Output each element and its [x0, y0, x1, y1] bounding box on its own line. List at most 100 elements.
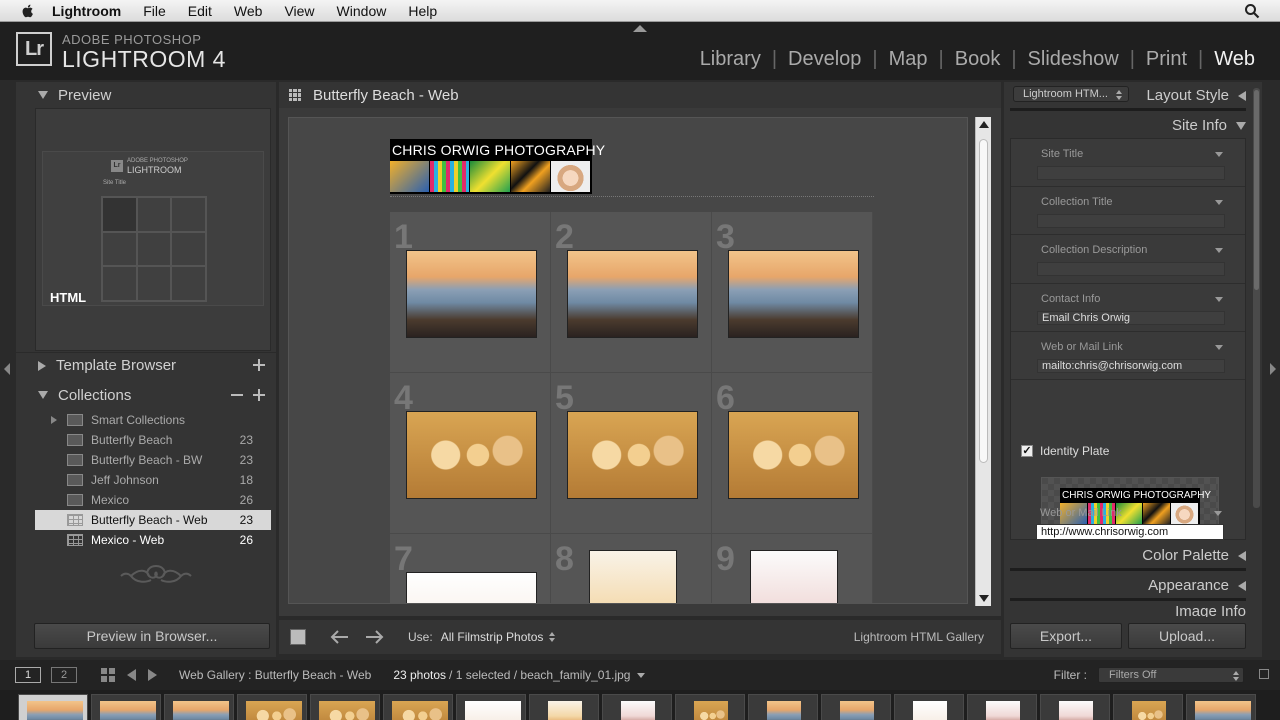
- appearance-header[interactable]: Appearance: [1148, 577, 1246, 594]
- thumbnail-photo[interactable]: [406, 250, 537, 338]
- menu-app-lightroom[interactable]: Lightroom: [52, 3, 121, 19]
- grid-cell[interactable]: 5: [551, 373, 712, 534]
- filmstrip-thumb[interactable]: [1186, 694, 1256, 720]
- preview-scrollbar[interactable]: [975, 117, 991, 606]
- chevron-down-icon[interactable]: [637, 672, 646, 678]
- collection-row[interactable]: Mexico - Web 26: [35, 530, 271, 550]
- scroll-up-icon[interactable]: [979, 121, 989, 128]
- grid-cell[interactable]: 6: [712, 373, 873, 534]
- collection-row-smart[interactable]: Smart Collections: [35, 410, 271, 430]
- preset-dropdown-icon[interactable]: [1215, 345, 1223, 350]
- secondary-window-button[interactable]: 2: [51, 667, 77, 683]
- remove-collection-minus-icon[interactable]: [231, 394, 243, 396]
- thumbnail-photo[interactable]: [589, 550, 677, 603]
- filmstrip-thumb[interactable]: [1113, 694, 1183, 720]
- right-panel-toggle-icon[interactable]: [1270, 363, 1276, 375]
- module-print[interactable]: Print: [1135, 48, 1198, 71]
- module-book[interactable]: Book: [944, 48, 1012, 71]
- menu-help[interactable]: Help: [408, 3, 437, 19]
- menu-web[interactable]: Web: [234, 3, 263, 19]
- main-window-button[interactable]: 1: [15, 667, 41, 683]
- module-library[interactable]: Library: [689, 48, 772, 71]
- left-panel-toggle-icon[interactable]: [4, 363, 10, 375]
- right-panel-scroll-thumb[interactable]: [1254, 90, 1259, 290]
- next-photo-icon[interactable]: [364, 630, 384, 644]
- preview-panel-header[interactable]: Preview: [16, 82, 276, 108]
- menu-file[interactable]: File: [143, 3, 166, 19]
- previous-photo-icon[interactable]: [330, 630, 350, 644]
- collection-title-input[interactable]: [1037, 214, 1225, 228]
- thumbnail-photo[interactable]: [567, 411, 698, 499]
- filmstrip-thumb[interactable]: [456, 694, 526, 720]
- top-panel-toggle-icon[interactable]: [633, 25, 647, 32]
- grid-cell[interactable]: 2: [551, 212, 712, 373]
- filmstrip-thumb[interactable]: [237, 694, 307, 720]
- thumbnail-photo[interactable]: [728, 250, 859, 338]
- module-develop[interactable]: Develop: [777, 48, 872, 71]
- contact-info-input[interactable]: Email Chris Orwig: [1037, 311, 1225, 325]
- module-slideshow[interactable]: Slideshow: [1017, 48, 1130, 71]
- filmstrip-thumb[interactable]: [602, 694, 672, 720]
- filmstrip-thumb[interactable]: [383, 694, 453, 720]
- export-button[interactable]: Export...: [1010, 623, 1122, 649]
- site-info-header[interactable]: Site Info: [1172, 117, 1246, 134]
- spotlight-search-icon[interactable]: [1244, 3, 1260, 19]
- filmstrip-thumb[interactable]: [1040, 694, 1110, 720]
- module-web[interactable]: Web: [1203, 48, 1266, 71]
- site-title-input[interactable]: [1037, 166, 1225, 180]
- grid-cell[interactable]: 3: [712, 212, 873, 373]
- filmstrip-thumb[interactable]: [310, 694, 380, 720]
- collection-row[interactable]: Butterfly Beach 23: [35, 430, 271, 450]
- color-palette-header[interactable]: Color Palette: [1142, 547, 1246, 564]
- menu-edit[interactable]: Edit: [188, 3, 212, 19]
- grid-cell[interactable]: 4: [390, 373, 551, 534]
- grid-cell[interactable]: 7: [390, 534, 551, 603]
- preview-in-browser-button[interactable]: Preview in Browser...: [34, 623, 270, 649]
- add-collection-plus-icon[interactable]: [253, 389, 265, 401]
- scrollbar-thumb[interactable]: [979, 139, 988, 463]
- layout-style-select[interactable]: Lightroom HTM...: [1013, 86, 1129, 102]
- expand-triangle-icon[interactable]: [51, 416, 57, 424]
- grid-view-icon[interactable]: [101, 668, 115, 682]
- collection-row-selected[interactable]: Butterfly Beach - Web 23: [35, 510, 271, 530]
- filmstrip-thumb[interactable]: [529, 694, 599, 720]
- preset-dropdown-icon[interactable]: [1215, 297, 1223, 302]
- collection-row[interactable]: Jeff Johnson 18: [35, 470, 271, 490]
- collection-description-input[interactable]: [1037, 262, 1225, 276]
- filmstrip-thumb[interactable]: [894, 694, 964, 720]
- upload-button[interactable]: Upload...: [1128, 623, 1246, 649]
- scroll-down-icon[interactable]: [979, 595, 989, 602]
- filter-select[interactable]: Filters Off: [1098, 667, 1244, 683]
- site-identity-plate[interactable]: CHRIS ORWIG PHOTOGRAPHY: [390, 139, 605, 194]
- grid-cell[interactable]: 1: [390, 212, 551, 373]
- add-template-plus-icon[interactable]: [253, 359, 265, 371]
- filmstrip-thumb[interactable]: [164, 694, 234, 720]
- thumbnail-photo[interactable]: [728, 411, 859, 499]
- thumbnail-photo[interactable]: [750, 550, 838, 603]
- preset-dropdown-icon[interactable]: [1215, 200, 1223, 205]
- stop-icon[interactable]: [290, 629, 306, 645]
- identity-link-input[interactable]: http://www.chrisorwig.com: [1036, 524, 1224, 540]
- forward-arrow-icon[interactable]: [148, 669, 157, 681]
- menu-window[interactable]: Window: [337, 3, 387, 19]
- collection-row[interactable]: Butterfly Beach - BW 23: [35, 450, 271, 470]
- use-source-select[interactable]: All Filmstrip Photos: [441, 630, 556, 644]
- thumbnail-photo[interactable]: [567, 250, 698, 338]
- selection-info[interactable]: / 1 selected / beach_family_01.jpg: [449, 668, 630, 682]
- filter-lock-icon[interactable]: [1259, 669, 1269, 679]
- thumbnail-photo[interactable]: [406, 572, 537, 603]
- filmstrip-thumb[interactable]: [821, 694, 891, 720]
- grid-cell[interactable]: 9: [712, 534, 873, 603]
- thumbnail-photo[interactable]: [406, 411, 537, 499]
- web-mail-link-input[interactable]: mailto:chris@chrisorwig.com: [1037, 359, 1225, 373]
- back-arrow-icon[interactable]: [127, 669, 136, 681]
- menu-view[interactable]: View: [284, 3, 314, 19]
- preset-dropdown-icon[interactable]: [1214, 511, 1222, 516]
- filmstrip-thumb[interactable]: [748, 694, 818, 720]
- grid-cell[interactable]: 8: [551, 534, 712, 603]
- filmstrip-thumb[interactable]: [91, 694, 161, 720]
- collection-row[interactable]: Mexico 26: [35, 490, 271, 510]
- preset-dropdown-icon[interactable]: [1215, 248, 1223, 253]
- layout-style-header[interactable]: Layout Style: [1146, 87, 1246, 104]
- module-map[interactable]: Map: [878, 48, 939, 71]
